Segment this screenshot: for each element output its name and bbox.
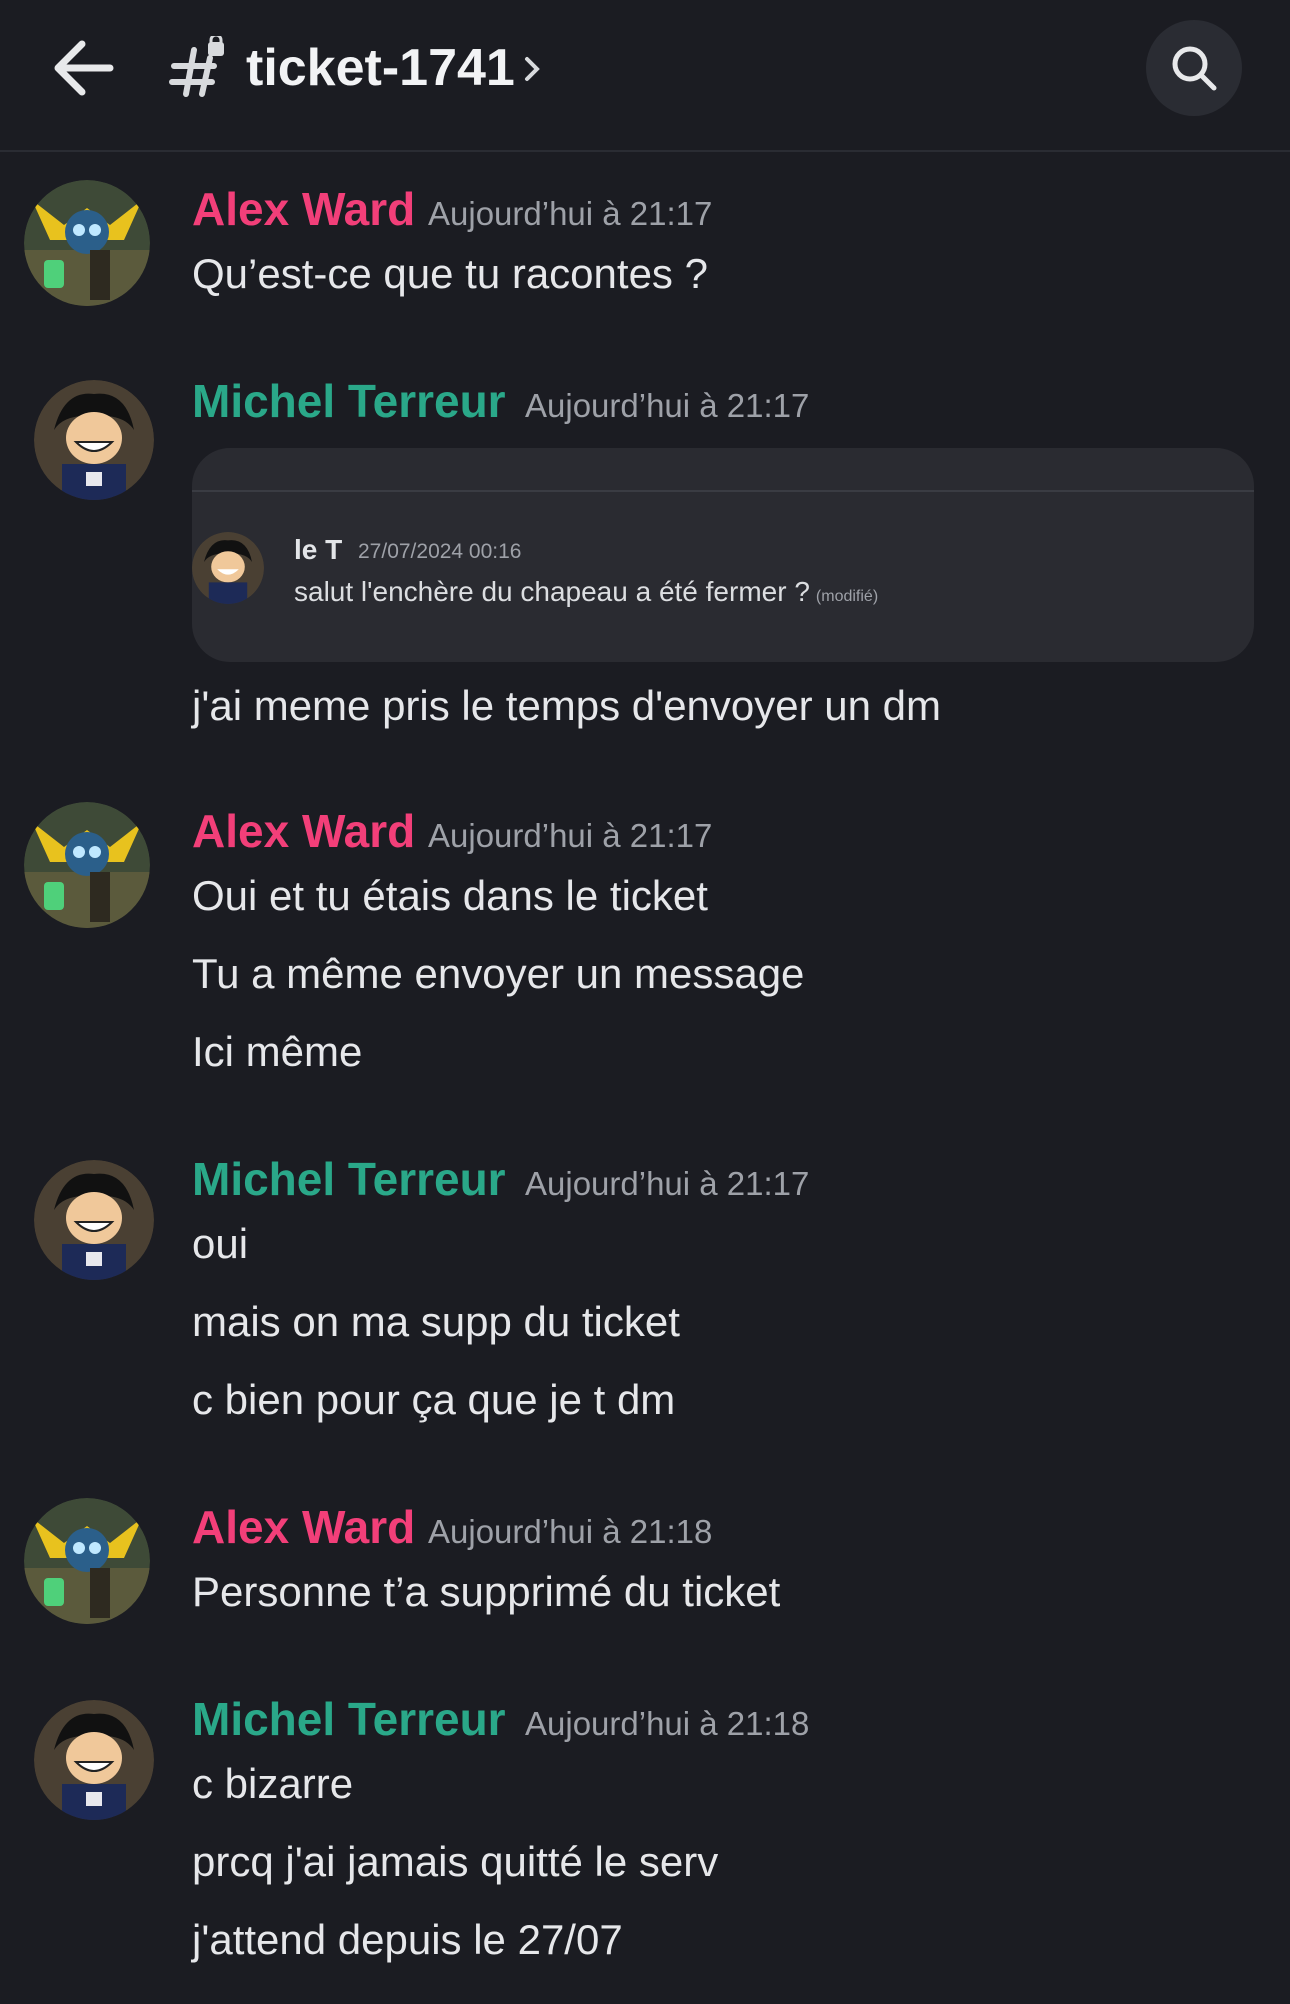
message-text: mais on ma supp du ticket bbox=[192, 1298, 680, 1345]
embed-avatar bbox=[192, 532, 264, 604]
channel-title[interactable]: ticket-1741 bbox=[246, 38, 515, 98]
avatar[interactable] bbox=[24, 802, 150, 928]
embed-message: salut l'enchère du chapeau a été fermer … bbox=[294, 576, 810, 607]
message-text: Oui et tu étais dans le ticket bbox=[192, 872, 708, 919]
message-text: Personne t’a supprimé du ticket bbox=[192, 1568, 781, 1615]
arrow-left-icon bbox=[54, 40, 114, 96]
timestamp: Aujourd’hui à 21:17 bbox=[525, 1165, 810, 1202]
search-button[interactable] bbox=[1146, 20, 1242, 116]
avatar[interactable] bbox=[24, 180, 150, 306]
avatar[interactable] bbox=[34, 1160, 154, 1280]
author-name[interactable]: Michel Terreur bbox=[192, 374, 506, 428]
embed-timestamp: 27/07/2024 00:16 bbox=[358, 540, 522, 563]
author-name[interactable]: Alex Ward bbox=[192, 1500, 415, 1554]
avatar[interactable] bbox=[34, 1700, 154, 1820]
back-button[interactable] bbox=[50, 36, 122, 100]
embed-divider bbox=[192, 490, 1254, 492]
author-name[interactable]: Alex Ward bbox=[192, 804, 415, 858]
author-name[interactable]: Michel Terreur bbox=[192, 1152, 506, 1206]
message-text: j'ai meme pris le temps d'envoyer un dm bbox=[192, 682, 942, 729]
avatar[interactable] bbox=[24, 1498, 150, 1624]
message-text: c bizarre bbox=[192, 1760, 354, 1807]
message-text: oui bbox=[192, 1220, 249, 1267]
timestamp: Aujourd’hui à 21:18 bbox=[428, 1513, 713, 1550]
chevron-right-icon[interactable] bbox=[522, 54, 542, 84]
embed-author: le T bbox=[294, 534, 343, 565]
embed-text: salut l'enchère du chapeau a été fermer … bbox=[294, 576, 878, 608]
timestamp: Aujourd’hui à 21:18 bbox=[525, 1705, 810, 1742]
edited-tag: (modifié) bbox=[815, 588, 879, 605]
author-name[interactable]: Michel Terreur bbox=[192, 1692, 506, 1746]
message-text: j'attend depuis le 27/07 bbox=[192, 1916, 623, 1963]
timestamp: Aujourd’hui à 21:17 bbox=[428, 195, 713, 232]
message-text: c bien pour ça que je t dm bbox=[192, 1376, 676, 1423]
timestamp: Aujourd’hui à 21:17 bbox=[428, 817, 713, 854]
message-text: prcq j'ai jamais quitté le serv bbox=[192, 1838, 719, 1885]
message-text: Tu a même envoyer un message bbox=[192, 950, 805, 997]
message-text: Ici même bbox=[192, 1028, 363, 1075]
author-name[interactable]: Alex Ward bbox=[192, 182, 415, 236]
quoted-message-embed[interactable]: le T 27/07/2024 00:16 salut l'enchère du… bbox=[192, 448, 1254, 662]
search-icon bbox=[1172, 46, 1217, 91]
hash-lock-icon bbox=[168, 33, 230, 100]
timestamp: Aujourd’hui à 21:17 bbox=[525, 387, 810, 424]
channel-header: ticket-1741 bbox=[0, 0, 1290, 152]
message-text: Qu’est-ce que tu racontes ? bbox=[192, 250, 708, 297]
avatar[interactable] bbox=[34, 380, 154, 500]
